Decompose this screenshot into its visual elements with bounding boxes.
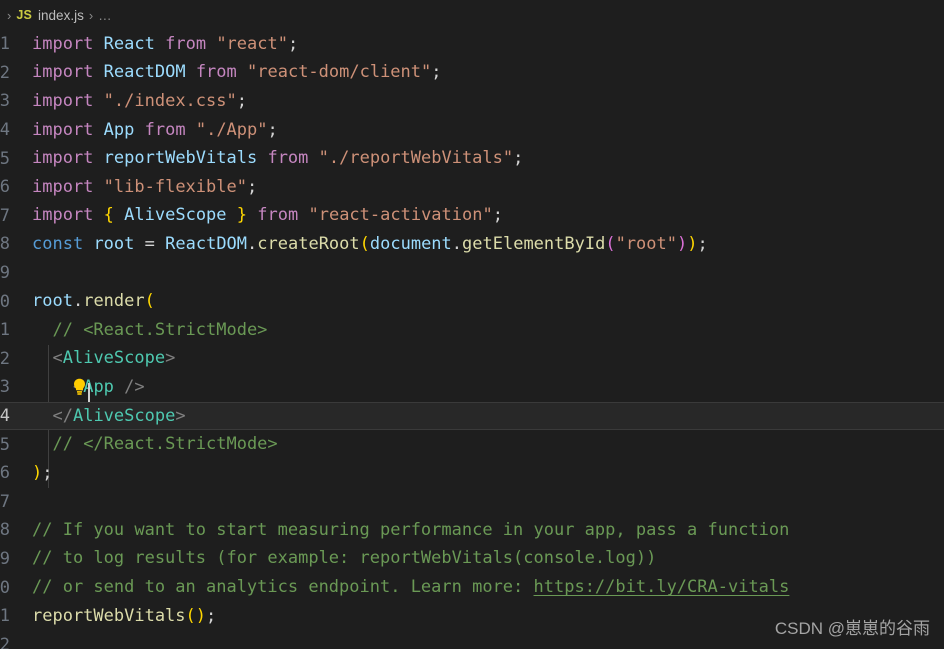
code-line-content[interactable]: import { AliveScope } from "react-activa… [24, 207, 944, 224]
line-number: 3 [0, 91, 10, 112]
code-line-content[interactable]: import React from "react"; [24, 35, 944, 53]
line-number: 13 [0, 377, 10, 398]
code-line-content[interactable]: <App /> [24, 377, 944, 404]
line-number: 21 [0, 606, 10, 627]
line-number: 15 [0, 434, 10, 455]
code-line[interactable]: 8 const root = ReactDOM.createRoot(docume… [0, 230, 944, 259]
code-line[interactable]: 10 root.render( [0, 287, 944, 316]
code-line-content[interactable]: // or send to an analytics endpoint. Lea… [24, 579, 944, 596]
line-number: 12 [0, 348, 10, 369]
code-line-content[interactable]: const root = ReactDOM.createRoot(documen… [24, 235, 944, 253]
line-number: 11 [0, 320, 10, 341]
line-number: 9 [0, 263, 10, 284]
code-line[interactable]: 17 [0, 488, 944, 517]
line-number: 10 [0, 291, 10, 312]
code-line[interactable]: 7 import { AliveScope } from "react-activ… [0, 202, 944, 231]
code-line[interactable]: 3 import "./index.css"; [0, 87, 944, 116]
code-line-content[interactable]: <AliveScope> [24, 350, 944, 367]
line-number: 19 [0, 548, 10, 569]
code-line[interactable]: 6 import "lib-flexible"; [0, 173, 944, 202]
line-number: 14 [0, 406, 10, 427]
javascript-file-icon: JS [16, 8, 33, 22]
code-line-content[interactable]: ); [24, 464, 944, 482]
code-line-content[interactable]: import "./index.css"; [24, 92, 944, 110]
code-line[interactable]: 2 import ReactDOM from "react-dom/client"… [0, 59, 944, 88]
code-line[interactable]: 4 import App from "./App"; [0, 116, 944, 145]
line-number: 17 [0, 491, 10, 512]
code-line[interactable]: 5 import reportWebVitals from "./reportWe… [0, 144, 944, 173]
code-line[interactable]: 11 // <React.StrictMode> [0, 316, 944, 345]
code-line[interactable]: 16); [0, 459, 944, 488]
code-line-content[interactable]: import App from "./App"; [24, 121, 944, 139]
code-line-content[interactable]: import ReactDOM from "react-dom/client"; [24, 64, 944, 81]
line-number: 8 [0, 234, 10, 255]
line-number: 4 [0, 120, 10, 141]
code-line-content[interactable]: </AliveScope> [24, 407, 944, 425]
line-number: 5 [0, 148, 10, 169]
code-line[interactable]: 1 import React from "react"; [0, 30, 944, 59]
watermark-text: CSDN @崽崽的谷雨 [774, 619, 930, 638]
breadcrumb-leading-chevron-icon: › [7, 7, 12, 23]
breadcrumb-file-name[interactable]: index.js [33, 8, 84, 23]
code-line[interactable]: 15 // </React.StrictMode> [0, 430, 944, 459]
line-number: 16 [0, 463, 10, 484]
line-number: 6 [0, 177, 10, 198]
code-line-content[interactable]: // to log results (for example: reportWe… [24, 550, 944, 567]
line-number: 2 [0, 62, 10, 83]
code-editor[interactable]: 1 import React from "react"; 2 import React… [0, 30, 944, 649]
line-number: 7 [0, 205, 10, 226]
breadcrumb: › JS index.js › … [0, 0, 944, 30]
line-number: 20 [0, 577, 10, 598]
breadcrumb-separator-chevron-icon: › [88, 7, 94, 23]
code-line[interactable]: 13 <App /> [0, 373, 944, 404]
code-line-content[interactable]: // <React.StrictMode> [24, 321, 944, 339]
line-number: 18 [0, 520, 10, 541]
code-line[interactable]: 9 [0, 259, 944, 288]
code-line[interactable]: 19 // to log results (for example: report… [0, 545, 944, 574]
code-line-content[interactable]: // </React.StrictMode> [24, 436, 944, 453]
code-line[interactable]: 12 <AliveScope> [0, 345, 944, 374]
code-line[interactable]: 18 // If you want to start measuring perf… [0, 516, 944, 545]
line-number: 1 [0, 34, 10, 55]
code-line[interactable]: 14 </AliveScope> [0, 401, 944, 431]
line-number: 22 [0, 634, 10, 649]
code-line-content[interactable]: import reportWebVitals from "./reportWeb… [24, 150, 944, 167]
lightbulb-quickfix-icon[interactable] [70, 377, 88, 397]
code-line[interactable]: 20 // or send to an analytics endpoint. L… [0, 573, 944, 602]
code-line-content[interactable]: root.render( [24, 293, 944, 310]
breadcrumb-symbol-ellipsis[interactable]: … [98, 8, 112, 23]
code-line-content[interactable]: // If you want to start measuring perfor… [24, 521, 944, 539]
code-line-content[interactable]: import "lib-flexible"; [24, 178, 944, 196]
